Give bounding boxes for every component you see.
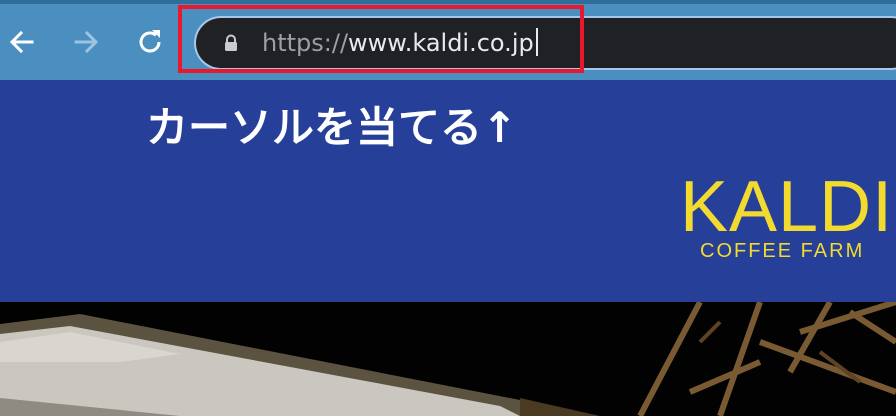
arrow-left-icon — [9, 30, 34, 54]
toolbar-top-border — [0, 0, 896, 4]
hero-photo — [0, 302, 896, 416]
annotation-text: カーソルを当てる↑ — [146, 103, 518, 152]
kaldi-logo[interactable]: KALDI COFFEE FARM — [680, 167, 894, 262]
hero-image — [0, 302, 896, 416]
forward-button[interactable] — [66, 22, 106, 62]
back-button[interactable] — [2, 22, 42, 62]
reload-icon — [139, 30, 161, 53]
highlight-box — [178, 5, 584, 73]
logo-tagline: COFFEE FARM — [700, 240, 865, 262]
reload-button[interactable] — [130, 22, 170, 62]
logo-wordmark: KALDI — [680, 167, 894, 247]
arrow-right-icon — [74, 30, 99, 54]
